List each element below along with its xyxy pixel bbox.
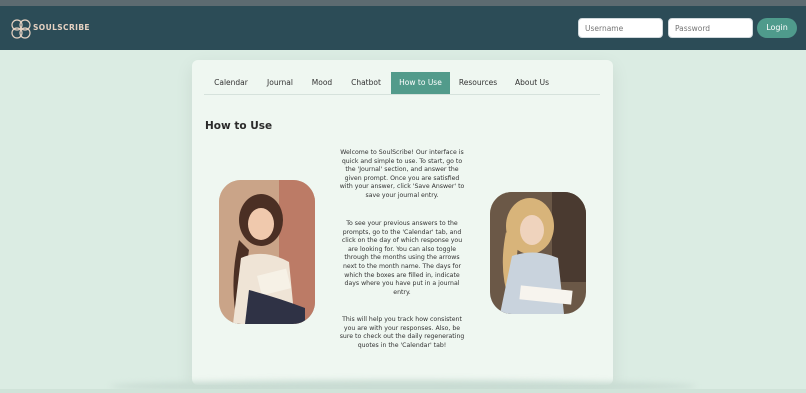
window-bottom-edge [0,389,806,393]
top-header: SOULSCRIBE Login [0,6,806,50]
instruction-paragraph-1: Welcome to SoulScribe! Our interface is … [339,149,465,199]
photo-right-illustration [490,192,586,314]
tab-resources[interactable]: Resources [450,72,506,94]
tab-about-us[interactable]: About Us [507,72,557,94]
journaling-girl-photo-right [490,192,586,314]
tab-bar: Calendar Journal Mood Chatbot How to Use… [204,72,600,95]
tab-how-to-use[interactable]: How to Use [391,72,450,94]
tab-calendar[interactable]: Calendar [204,72,258,94]
content-panel: Calendar Journal Mood Chatbot How to Use… [192,60,613,385]
page-title: How to Use [205,120,273,132]
brand-name: SOULSCRIBE [33,23,90,32]
login-button[interactable]: Login [757,18,797,38]
password-input[interactable] [668,18,753,38]
tab-journal[interactable]: Journal [258,72,302,94]
tab-mood[interactable]: Mood [302,72,342,94]
instruction-paragraph-3: This will help you track how consistent … [339,316,465,349]
soulscribe-logo-icon [11,19,31,39]
tab-chatbot[interactable]: Chatbot [342,72,390,94]
journaling-girl-photo-left [219,180,315,324]
instruction-paragraph-2: To see your previous answers to the prom… [341,220,463,296]
photo-left-illustration [219,180,315,324]
username-input[interactable] [578,18,663,38]
